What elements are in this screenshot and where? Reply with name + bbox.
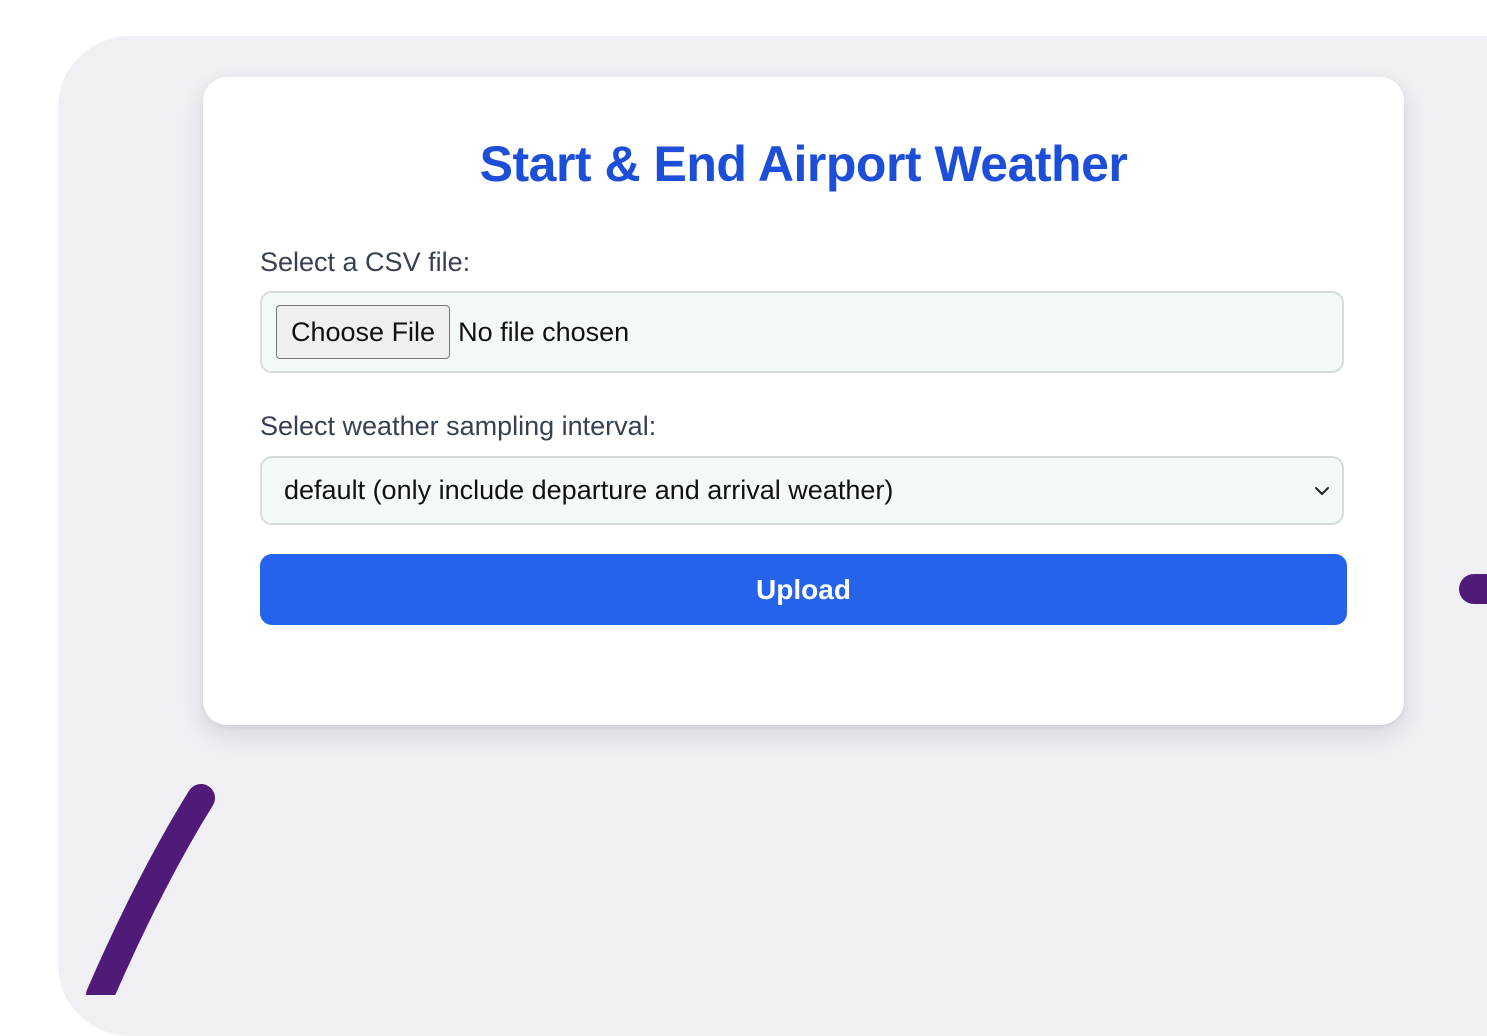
upload-button[interactable]: Upload bbox=[260, 554, 1347, 625]
csv-file-label: Select a CSV file: bbox=[260, 247, 471, 277]
csv-file-input[interactable]: Choose File No file chosen bbox=[260, 291, 1344, 373]
chevron-down-icon bbox=[1315, 486, 1329, 495]
sampling-interval-value: default (only include departure and arri… bbox=[284, 475, 894, 505]
file-status-text: No file chosen bbox=[458, 316, 630, 347]
page-title: Start & End Airport Weather bbox=[479, 136, 1128, 192]
upload-card: Start & End Airport Weather Select a CSV… bbox=[203, 77, 1404, 725]
sampling-interval-label: Select weather sampling interval: bbox=[260, 411, 657, 441]
choose-file-button[interactable]: Choose File bbox=[276, 305, 451, 359]
sampling-interval-select[interactable]: default (only include departure and arri… bbox=[260, 456, 1344, 525]
